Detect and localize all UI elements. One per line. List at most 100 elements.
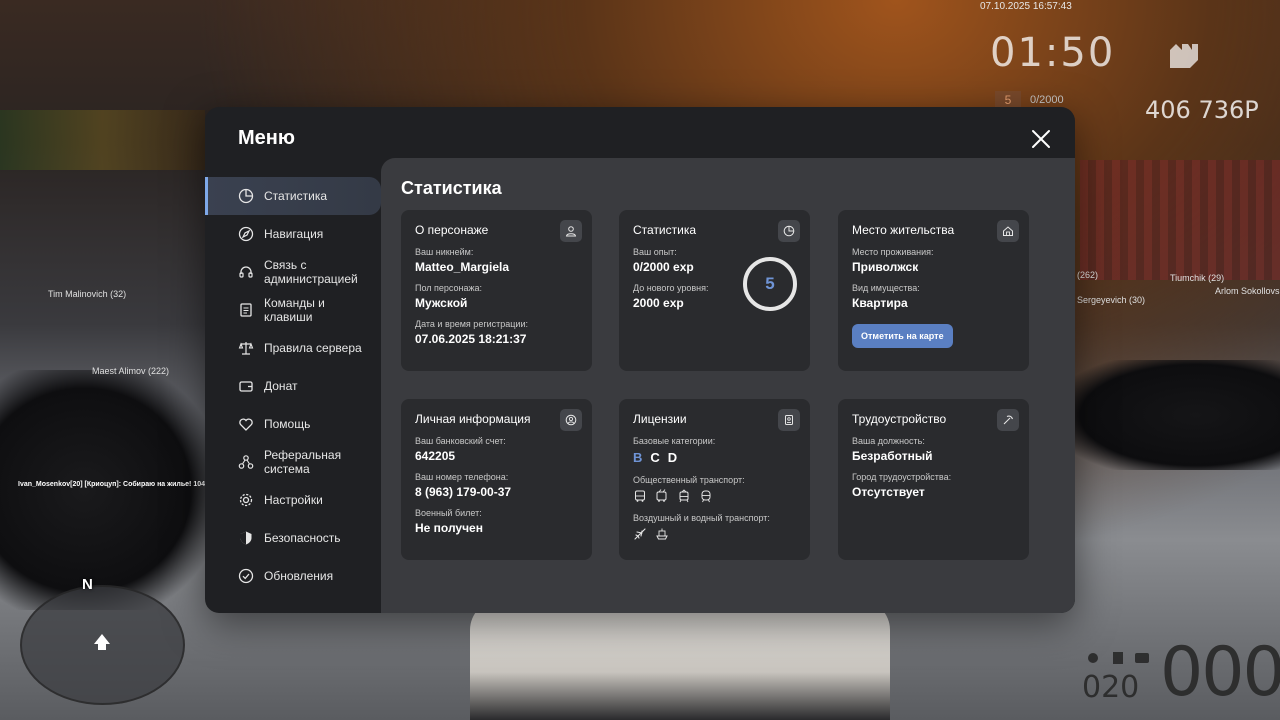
- home-icon: [997, 220, 1019, 242]
- sidebar-item-referral[interactable]: Реферальная система: [205, 443, 381, 481]
- phone-value: 8 (963) 179-00-37: [415, 485, 512, 499]
- pickaxe-icon: [997, 409, 1019, 431]
- user-icon: [560, 220, 582, 242]
- sidebar-item-admin-contact[interactable]: Связь с администрацией: [205, 253, 381, 291]
- sidebar-item-help[interactable]: Помощь: [205, 405, 381, 443]
- field-label: Ваша должность:: [852, 436, 925, 446]
- sidebar-item-security[interactable]: Безопасность: [205, 519, 381, 557]
- license-category-c: C: [650, 450, 660, 465]
- field-label: Базовые категории:: [633, 436, 716, 446]
- heart-handshake-icon: [238, 416, 254, 432]
- page-title: Статистика: [401, 178, 502, 198]
- player-nick: Sergeyevich (30): [1077, 295, 1146, 305]
- field-label: Воздушный и водный транспорт:: [633, 513, 770, 523]
- level-badge: 5: [743, 257, 797, 311]
- pie-chart-icon: [238, 188, 254, 204]
- personal-card: Личная информация Ваш банковский счет: 6…: [401, 399, 592, 560]
- employment-city-value: Отсутствует: [852, 485, 925, 499]
- registration-value: 07.06.2025 18:21:37: [415, 332, 527, 346]
- hud-clock: 01:50: [990, 30, 1116, 76]
- player-nick: Tiumchik (29): [1170, 273, 1225, 283]
- card-title: Трудоустройство: [852, 412, 947, 426]
- field-label: Ваш опыт:: [633, 247, 677, 257]
- character-card: О персонаже Ваш никнейм: Matteo_Margiela…: [401, 210, 592, 371]
- hud-money: 406 736P: [1145, 96, 1259, 124]
- nickname-value: Matteo_Margiela: [415, 260, 510, 274]
- close-icon[interactable]: [1031, 129, 1051, 149]
- field-label: Общественный транспорт:: [633, 475, 745, 485]
- place-value: Приволжск: [852, 260, 919, 274]
- wallet-icon: [238, 378, 254, 394]
- hud-datetime: 07.10.2025 16:57:43: [980, 1, 1072, 12]
- employment-card: Трудоустройство Ваша должность: Безработ…: [838, 399, 1029, 560]
- player-nick: Tim Malinovich (32): [48, 289, 127, 299]
- licenses-card: Лицензии Базовые категории: B C D Общест…: [619, 399, 810, 560]
- license-category-d: D: [667, 450, 678, 465]
- bus-icon: [635, 490, 645, 502]
- shield-icon: [238, 530, 254, 546]
- sidebar-item-rules[interactable]: Правила сервера: [205, 329, 381, 367]
- user-circle-icon: [560, 409, 582, 431]
- fist-icon: [1170, 44, 1198, 68]
- field-label: Пол персонажа:: [415, 283, 483, 293]
- air-water-licenses: [633, 527, 796, 541]
- gear-icon: [238, 492, 254, 508]
- field-label: Ваш никнейм:: [415, 247, 474, 257]
- sidebar-item-navigation[interactable]: Навигация: [205, 215, 381, 253]
- sidebar-item-label: Правила сервера: [264, 341, 362, 355]
- field-label: Дата и время регистрации:: [415, 319, 528, 329]
- tram-icon: [679, 489, 689, 503]
- public-transport-licenses: [633, 489, 796, 503]
- sidebar-item-label: Обновления: [264, 569, 334, 583]
- sidebar-item-label: Помощь: [264, 417, 311, 431]
- bank-value: 642205: [415, 449, 456, 463]
- sidebar-item-statistics[interactable]: Статистика: [205, 177, 381, 215]
- sidebar-item-label: Настройки: [264, 493, 323, 507]
- background-car-right: [1070, 360, 1280, 470]
- license-category-b: B: [633, 450, 643, 465]
- field-label: Ваш банковский счет:: [415, 436, 506, 446]
- airplane-icon: [634, 528, 646, 540]
- sidebar-item-updates[interactable]: Обновления: [205, 557, 381, 595]
- player-arrow-icon: [94, 634, 110, 650]
- residence-card: Место жительства Место проживания: Приво…: [838, 210, 1029, 371]
- mark-on-map-button[interactable]: Отметить на карте: [852, 324, 953, 348]
- background-floor: [1080, 160, 1280, 280]
- trolleybus-icon: [656, 489, 667, 502]
- card-title: Личная информация: [415, 412, 531, 426]
- hud-exp: 0/2000: [1030, 94, 1064, 106]
- sidebar: Статистика Навигация Связь с администрац…: [205, 177, 381, 595]
- card-title: Место жительства: [852, 223, 955, 237]
- background-car-left: [0, 370, 210, 610]
- fuel-gauge: 020: [1082, 670, 1140, 705]
- field-label: Вид имущества:: [852, 283, 920, 293]
- subway-icon: [701, 490, 711, 503]
- sidebar-item-label: Донат: [264, 379, 298, 393]
- license-categories: B C D: [633, 450, 796, 465]
- field-label: Ваш номер телефона:: [415, 472, 509, 482]
- position-value: Безработный: [852, 449, 933, 463]
- sidebar-item-label: Реферальная система: [264, 448, 342, 476]
- speedometer: 000: [1160, 633, 1280, 712]
- ship-icon: [656, 528, 668, 540]
- sidebar-item-commands[interactable]: Команды и клавиши: [205, 291, 381, 329]
- military-value: Не получен: [415, 521, 483, 535]
- pie-chart-icon: [778, 220, 800, 242]
- sidebar-item-label: Команды и клавиши: [264, 296, 325, 324]
- card-title: Статистика: [633, 223, 697, 237]
- sidebar-item-label: Навигация: [264, 227, 324, 241]
- player-nick: (262): [1077, 270, 1099, 280]
- field-label: Место проживания:: [852, 247, 934, 257]
- network-icon: [238, 454, 254, 470]
- content-panel: Статистика О персонаже Ваш никнейм: Matt…: [381, 158, 1075, 613]
- sidebar-item-donate[interactable]: Донат: [205, 367, 381, 405]
- background-car-bottom: [470, 600, 890, 720]
- sidebar-item-settings[interactable]: Настройки: [205, 481, 381, 519]
- stats-card: Статистика Ваш опыт: 0/2000 exp До новог…: [619, 210, 810, 371]
- card-title: О персонаже: [415, 223, 489, 237]
- document-icon: [238, 302, 254, 318]
- scales-icon: [238, 340, 254, 356]
- sidebar-item-label: Статистика: [264, 189, 328, 203]
- property-value: Квартира: [852, 296, 908, 310]
- player-nick: Maest Alimov (222): [92, 366, 170, 376]
